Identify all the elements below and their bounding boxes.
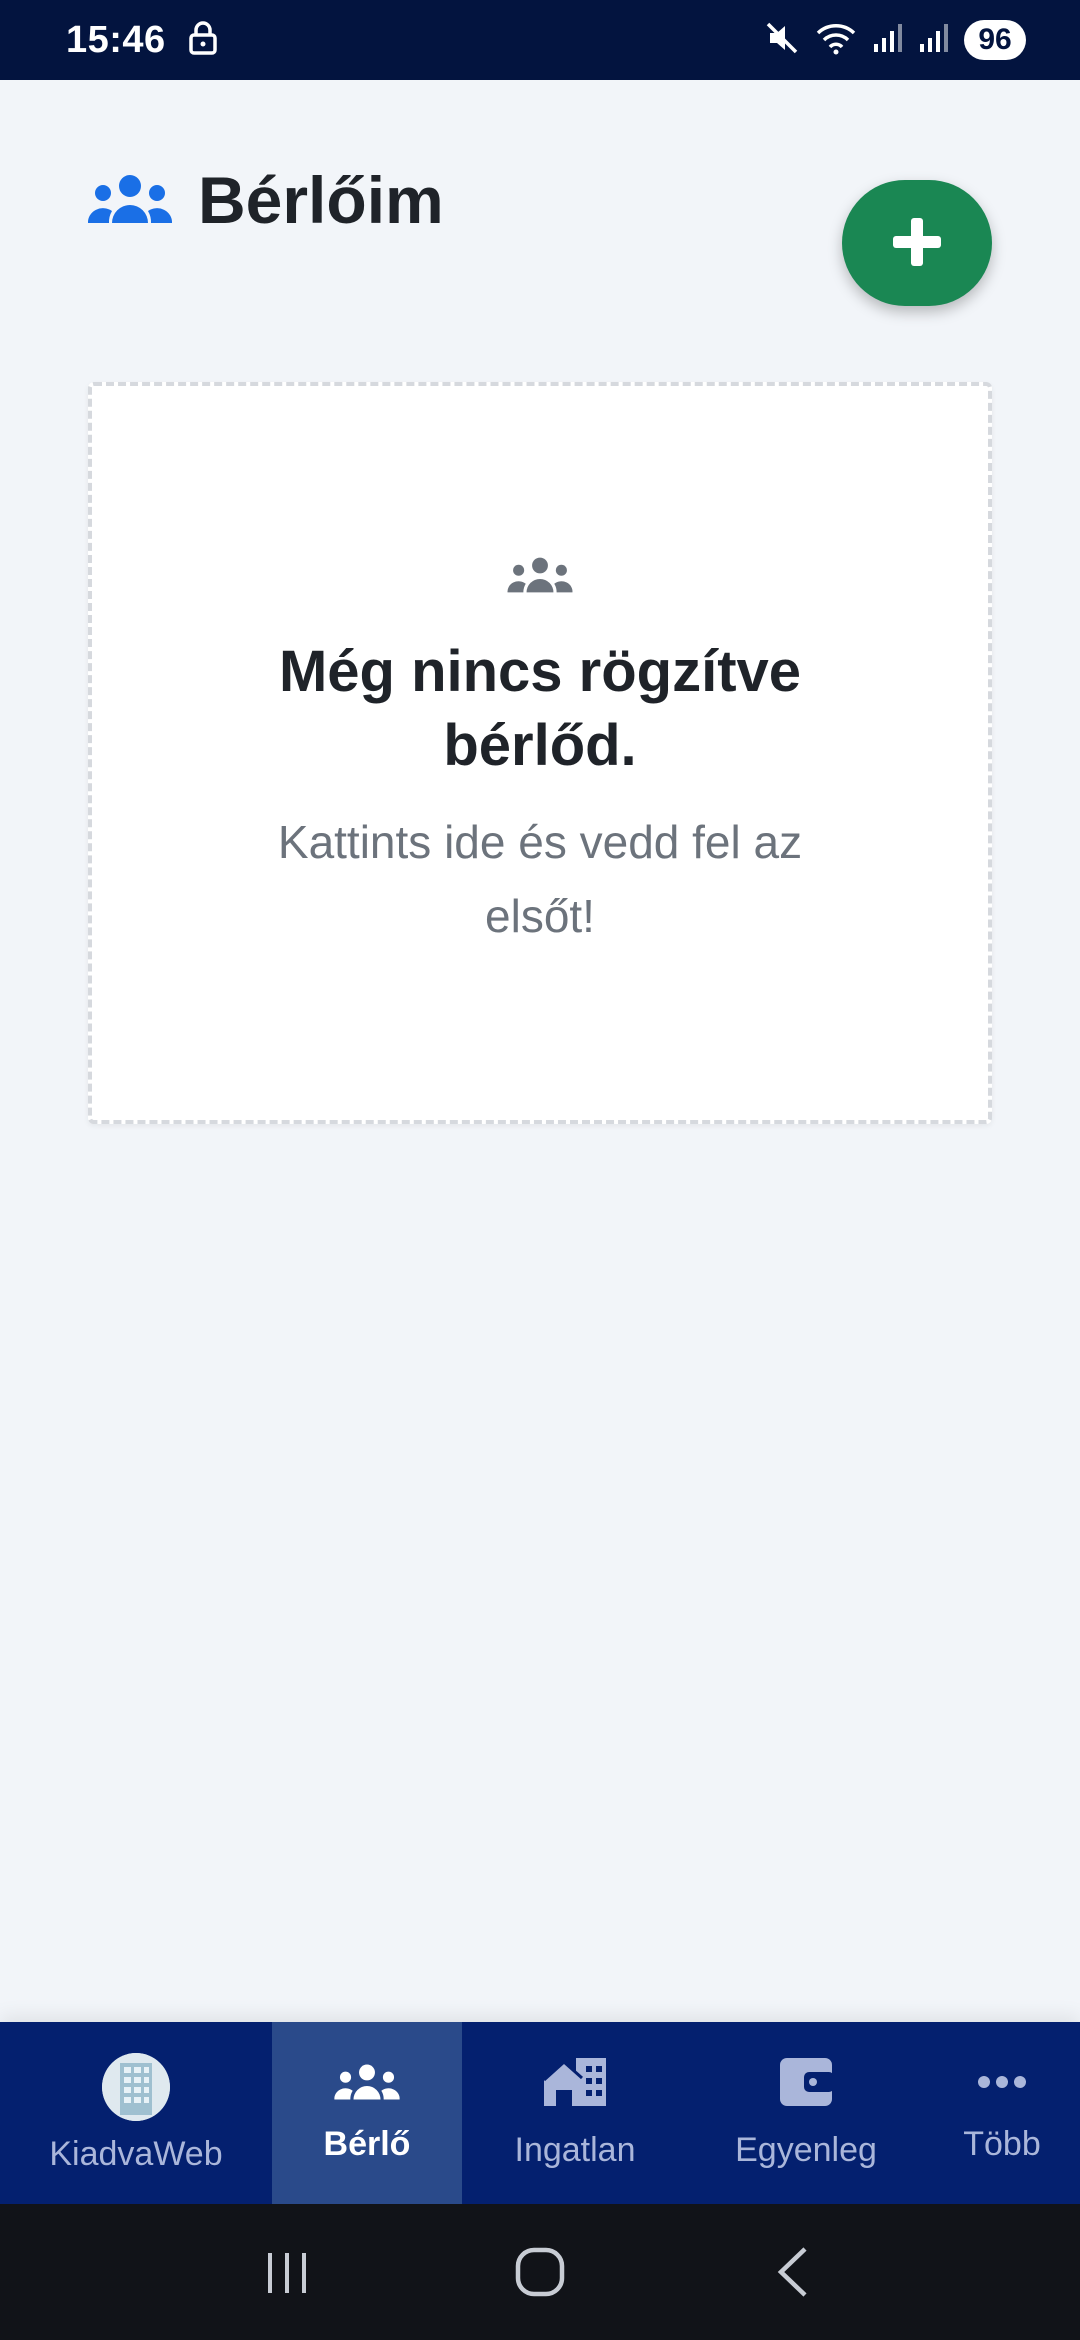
page-title: Bérlőim [198,163,444,237]
empty-state-subtitle: Kattints ide és vedd fel az elsőt! [277,816,803,942]
battery-indicator: 96 [964,20,1026,60]
signal-icon [918,22,950,59]
nav-item-berlo[interactable]: Bérlő [272,2022,462,2204]
users-icon [332,2062,402,2111]
plus-icon [890,215,944,272]
add-tenant-button[interactable] [842,180,992,306]
bottom-nav: KiadvaWeb Bérlő Ingatlan Egyenleg Több [0,2022,1080,2204]
users-icon [86,171,174,230]
wifi-icon [814,20,858,61]
nav-label: KiadvaWeb [49,2134,223,2173]
nav-item-ingatlan[interactable]: Ingatlan [462,2022,688,2204]
system-nav-bar [0,2204,1080,2340]
empty-state-title: Még nincs rögzítve bérlőd. [278,639,802,778]
nav-label: Egyenleg [735,2131,877,2169]
nav-label: Több [963,2125,1041,2163]
status-bar: 15:46 96 [0,0,1080,80]
nav-label: Bérlő [323,2125,411,2163]
signal-icon [872,22,904,59]
users-icon [505,556,575,599]
building-icon [542,2056,608,2117]
nav-item-kiadvaweb[interactable]: KiadvaWeb [0,2022,272,2204]
nav-label: Ingatlan [514,2131,636,2169]
empty-state-card[interactable]: Még nincs rögzítve bérlőd. Kattints ide … [88,382,992,1124]
lock-icon [188,20,218,60]
recent-apps-icon[interactable] [242,2227,332,2317]
back-icon[interactable] [748,2227,838,2317]
nav-item-egyenleg[interactable]: Egyenleg [688,2022,924,2204]
title-wrap: Bérlőim [86,162,444,238]
status-left: 15:46 [66,19,218,62]
status-right: 96 [764,20,1026,61]
status-time: 15:46 [66,18,166,61]
nav-item-tobb[interactable]: Több [924,2022,1080,2204]
home-icon[interactable] [495,2227,585,2317]
mute-icon [764,20,800,61]
page-header: Bérlőim [0,80,1080,370]
wallet-icon [778,2056,834,2117]
more-icon [977,2062,1027,2111]
app-logo-icon [102,2052,170,2121]
